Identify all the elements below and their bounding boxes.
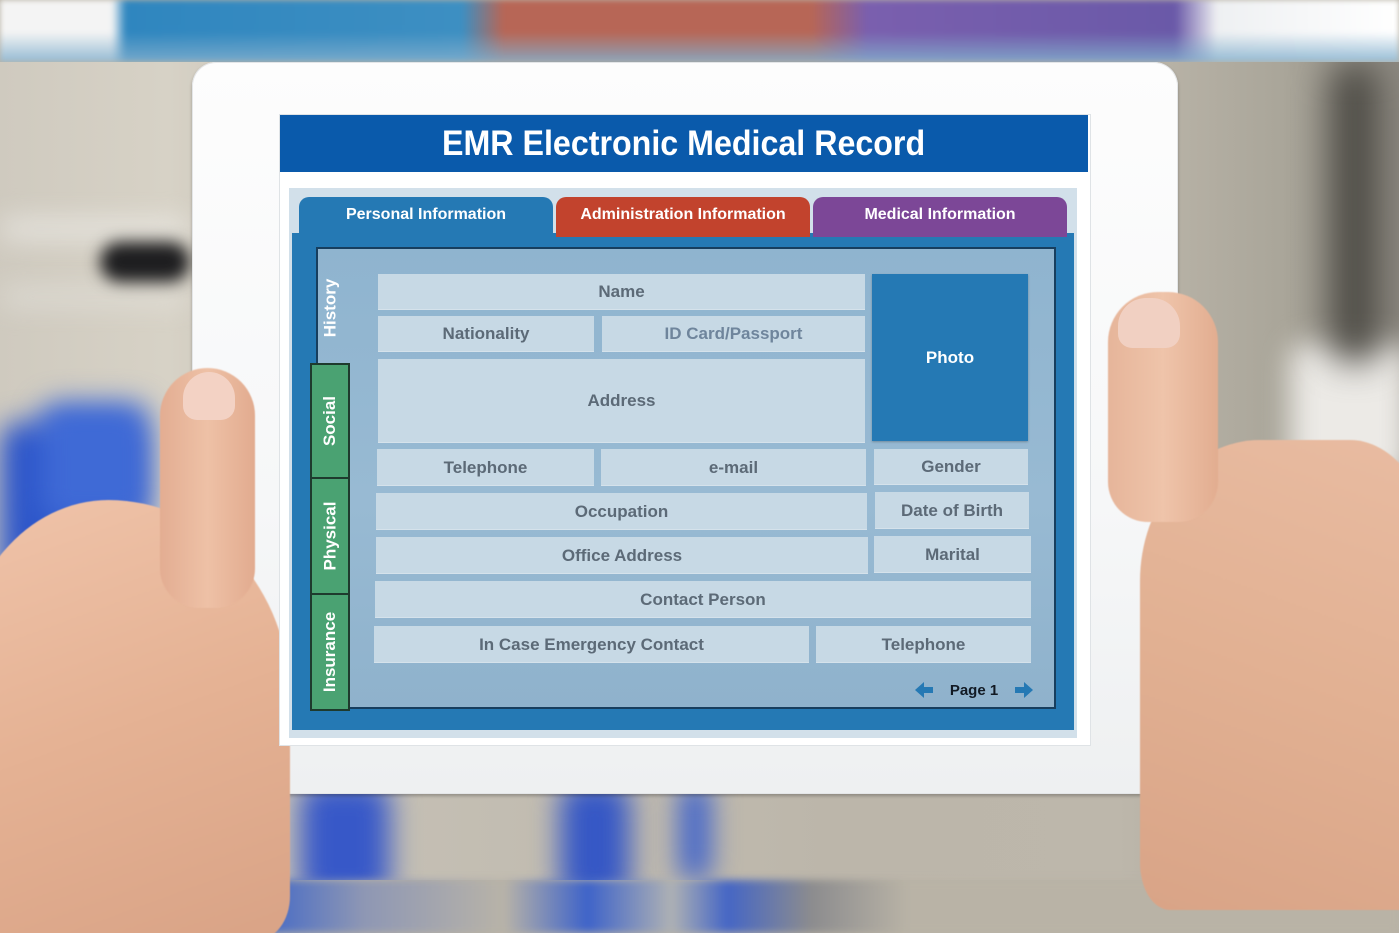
marital-field[interactable]: Marital (874, 536, 1031, 573)
background-shelf (0, 292, 190, 302)
tab-medical-information[interactable]: Medical Information (813, 197, 1067, 237)
emergency-contact-field[interactable]: In Case Emergency Contact (374, 626, 809, 663)
background-top-blur (0, 0, 1399, 62)
emergency-telephone-field[interactable]: Telephone (816, 626, 1031, 663)
office-address-field[interactable]: Office Address (376, 537, 868, 574)
background-object (1330, 62, 1380, 362)
field-label: In Case Emergency Contact (479, 634, 704, 654)
field-label: Gender (921, 457, 981, 476)
arrow-right-icon[interactable] (1014, 680, 1034, 700)
tablet-screen: EMR Electronic Medical Record Personal I… (280, 115, 1090, 745)
tab-personal-information[interactable]: Personal Information (299, 197, 553, 245)
address-field[interactable]: Address (378, 359, 865, 443)
tab-administration-information[interactable]: Administration Information (556, 197, 810, 237)
tab-label: Administration Information (580, 206, 786, 223)
arrow-left-icon[interactable] (914, 680, 934, 700)
field-label: Marital (925, 544, 980, 564)
side-tab-label: Physical (320, 501, 339, 571)
page-number: Page 1 (949, 681, 999, 699)
side-tab-physical[interactable]: Physical (310, 477, 350, 595)
side-tab-history[interactable]: History (310, 253, 350, 363)
name-field[interactable]: Name (378, 274, 865, 310)
background-object (100, 242, 190, 282)
side-tab-insurance[interactable]: Insurance (310, 593, 350, 711)
field-label: Nationality (442, 324, 530, 343)
field-label: ID Card/Passport (664, 324, 803, 343)
id-card-passport-field[interactable]: ID Card/Passport (602, 316, 865, 352)
field-label: Name (598, 282, 645, 301)
background-object (680, 782, 710, 880)
email-field[interactable]: e-mail (601, 449, 866, 486)
date-of-birth-field[interactable]: Date of Birth (875, 492, 1029, 529)
photo-label: Photo (925, 347, 975, 367)
side-tab-social[interactable]: Social (310, 363, 350, 479)
side-tab-label: Insurance (320, 611, 339, 693)
background-object (560, 782, 630, 880)
pager: Page 1 (914, 680, 1034, 700)
field-label: Telephone (881, 634, 966, 654)
field-label: Occupation (574, 501, 669, 521)
app-title: EMR Electronic Medical Record (442, 123, 926, 163)
contact-person-field[interactable]: Contact Person (375, 581, 1031, 618)
photo-placeholder[interactable]: Photo (872, 274, 1028, 441)
side-tab-label: Social (320, 395, 339, 447)
field-label: Date of Birth (901, 500, 1003, 520)
field-label: Office Address (561, 545, 683, 565)
tab-label: Medical Information (864, 206, 1016, 223)
nationality-field[interactable]: Nationality (378, 316, 594, 352)
background-object (300, 782, 390, 880)
gender-field[interactable]: Gender (874, 449, 1028, 485)
field-label: e-mail (708, 457, 759, 477)
occupation-field[interactable]: Occupation (376, 493, 867, 530)
right-thumbnail (1118, 298, 1180, 348)
side-tab-label: History (320, 278, 340, 338)
telephone-field[interactable]: Telephone (377, 449, 594, 486)
background-shelf (0, 222, 190, 236)
field-label: Address (587, 391, 656, 410)
left-thumbnail (183, 372, 235, 420)
field-label: Telephone (443, 457, 528, 477)
tab-label: Personal Information (345, 206, 507, 223)
field-label: Contact Person (640, 589, 766, 609)
title-bar: EMR Electronic Medical Record (280, 115, 1088, 172)
